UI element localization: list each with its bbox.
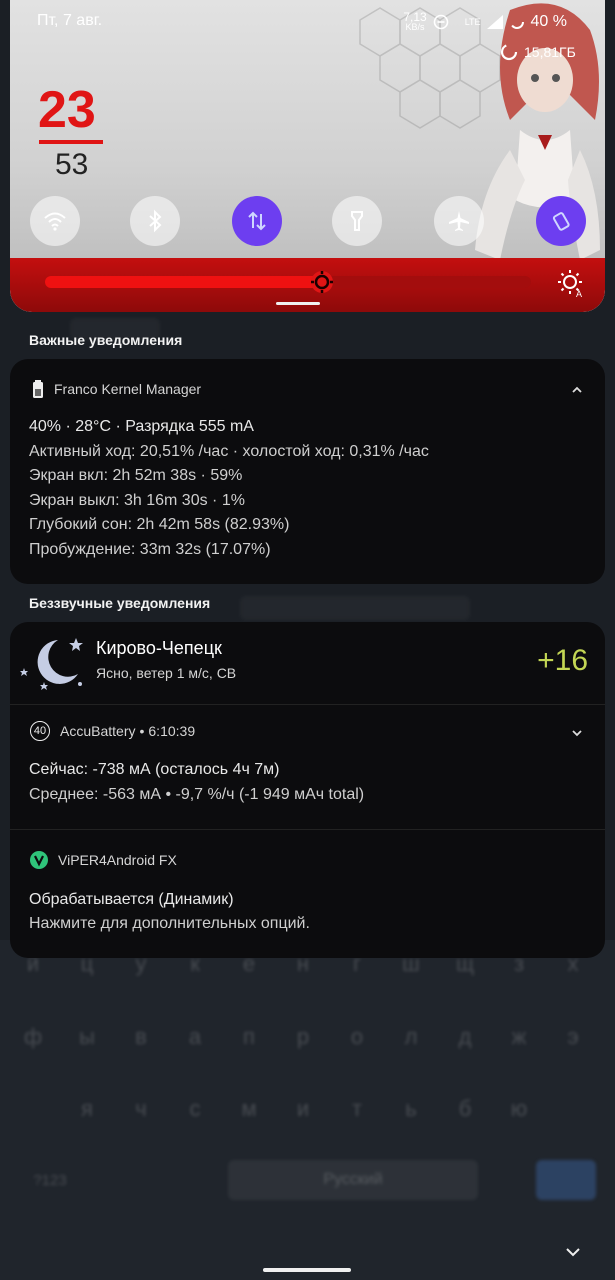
accubattery-time: 6:10:39: [148, 723, 196, 739]
keyboard-key: р: [296, 1024, 310, 1049]
storage-indicator: 15,81ГБ: [500, 43, 576, 61]
keyboard-space-key: Русский: [228, 1160, 478, 1200]
viper-title: Обрабатывается (Динамик): [29, 891, 234, 908]
keyboard-symbols-key: ?123: [33, 1172, 67, 1189]
keyboard-key: с: [189, 1096, 201, 1121]
battery-app-icon: [33, 380, 43, 398]
accubattery-app-row: 40 AccuBattery • 6:10:39: [30, 721, 195, 741]
flashlight-icon: [351, 211, 363, 231]
franco-notification-card[interactable]: Franco Kernel Manager 40% · 28°C · Разря…: [10, 359, 605, 584]
network-speed: 7,13 KB/s: [403, 11, 426, 32]
viper-notification[interactable]: ViPER4Android FX Обрабатывается (Динамик…: [10, 830, 605, 958]
brightness-slider[interactable]: [45, 271, 531, 293]
franco-app-name: Franco Kernel Manager: [54, 381, 202, 397]
keyboard-key: т: [351, 1096, 363, 1121]
keyboard-key: п: [243, 1024, 255, 1049]
weather-temperature: +16: [537, 644, 588, 677]
keyboard-key: ь: [405, 1096, 417, 1121]
viper-subtitle: Нажмите для дополнительных опций.: [29, 915, 310, 932]
keyboard-key: ы: [79, 1024, 95, 1049]
keyboard-key: ч: [135, 1096, 147, 1121]
data-transfer-icon: [248, 211, 266, 231]
franco-line: 40% · 28°C · Разрядка 555 mA: [29, 418, 254, 435]
battery-percent: 40 %: [530, 12, 567, 30]
keyboard-key: в: [135, 1024, 147, 1049]
status-date: Пт, 7 авг.: [37, 12, 103, 29]
franco-line: Экран выкл: 3h 16m 30s · 1%: [29, 491, 245, 509]
signal-icon: [486, 14, 503, 29]
brightness-thumb-icon[interactable]: [309, 269, 335, 295]
rotate-icon: [552, 212, 570, 231]
keyboard-key: м: [241, 1096, 257, 1121]
storage-value: 15,81ГБ: [524, 44, 576, 60]
accubattery-line2: Среднее: -563 мА • -9,7 %/ч (-1 949 мАч …: [29, 786, 365, 803]
keyboard-key: ю: [510, 1096, 528, 1121]
clock-hour: 23: [38, 81, 96, 139]
tile-airplane[interactable]: [434, 196, 484, 246]
status-icons: 7,13 KB/s LTE 40 %: [403, 11, 567, 32]
keyboard-row-3: ячсмитьбю: [0, 1090, 615, 1130]
clock-divider: [39, 140, 103, 144]
hide-keyboard-icon[interactable]: [563, 1242, 583, 1262]
keyboard-enter-key: [536, 1160, 596, 1200]
battery-icon: [509, 14, 524, 29]
tile-wifi[interactable]: [30, 196, 80, 246]
quick-settings-panel: Пт, 7 авг. 7,13 KB/s LTE 40 % 15,81ГБ 23…: [10, 0, 605, 312]
franco-app-row: Franco Kernel Manager: [32, 380, 201, 398]
network-speed-unit: KB/s: [405, 22, 425, 32]
tile-bluetooth[interactable]: [130, 196, 180, 246]
storage-ring-icon: [500, 43, 518, 61]
separator-dot: •: [139, 723, 145, 739]
franco-line: Глубокий сон: 2h 42m 58s (82.93%): [29, 516, 290, 533]
viper-app-row: ViPER4Android FX: [30, 851, 177, 869]
chevron-up-icon[interactable]: [569, 382, 585, 398]
franco-line: Активный ход: 20,51% /час · холостой ход…: [29, 442, 429, 460]
bluetooth-icon: [149, 209, 162, 233]
keyboard-key: л: [404, 1024, 418, 1049]
silent-notifications-group: Кирово-Чепецк Ясно, ветер 1 м/с, СВ +16 …: [10, 622, 605, 958]
keyboard-row-2: фывапролджэ: [0, 1018, 615, 1058]
wifi-icon: [44, 212, 66, 231]
weather-title: Кирово-Чепецк: [96, 638, 222, 658]
dnd-icon: [433, 14, 448, 29]
airplane-icon: [449, 211, 469, 231]
viper-app-name: ViPER4Android FX: [58, 852, 177, 868]
navigation-handle[interactable]: [263, 1268, 351, 1272]
keyboard-key: о: [350, 1024, 364, 1049]
background-content: [240, 596, 470, 620]
keyboard-key: я: [81, 1096, 93, 1121]
keyboard-key: э: [567, 1024, 579, 1049]
moon-icon: [20, 638, 83, 690]
franco-body: 40% · 28°C · Разрядка 555 mA Активный хо…: [29, 415, 429, 562]
brightness-fill: [45, 276, 323, 288]
keyboard-key: и: [296, 1096, 310, 1121]
tile-rotation[interactable]: [536, 196, 586, 246]
accubattery-line1: Сейчас: -738 мА (осталось 4ч 7м): [29, 761, 280, 778]
tile-flashlight[interactable]: [332, 196, 382, 246]
keyboard-key: а: [188, 1024, 202, 1049]
viper-logo-icon: [30, 851, 48, 869]
franco-line: Пробуждение: 33m 32s (17.07%): [29, 540, 271, 558]
chevron-down-icon[interactable]: [569, 725, 585, 741]
auto-brightness-icon[interactable]: A: [557, 269, 585, 297]
keyboard-key: б: [458, 1096, 472, 1121]
panel-handle[interactable]: [276, 302, 320, 305]
keyboard-key: ж: [511, 1024, 527, 1049]
keyboard-key: ф: [23, 1024, 43, 1049]
clock-minute: 53: [55, 148, 89, 181]
network-type: LTE: [464, 16, 481, 27]
section-important-header: Важные уведомления: [29, 332, 183, 348]
tile-mobile-data[interactable]: [232, 196, 282, 246]
svg-text:A: A: [576, 289, 582, 297]
accubattery-notification[interactable]: 40 AccuBattery • 6:10:39 Сейчас: -738 мА…: [10, 705, 605, 829]
accubattery-app-name: AccuBattery: [60, 723, 136, 739]
franco-line: Экран вкл: 2h 52m 38s · 59%: [29, 467, 243, 484]
section-silent-header: Беззвучные уведомления: [29, 595, 211, 611]
weather-subtitle: Ясно, ветер 1 м/с, СВ: [96, 665, 237, 681]
keyboard-key: д: [458, 1024, 472, 1049]
accubattery-icon: 40: [30, 721, 50, 741]
weather-notification[interactable]: Кирово-Чепецк Ясно, ветер 1 м/с, СВ +16: [10, 622, 605, 704]
